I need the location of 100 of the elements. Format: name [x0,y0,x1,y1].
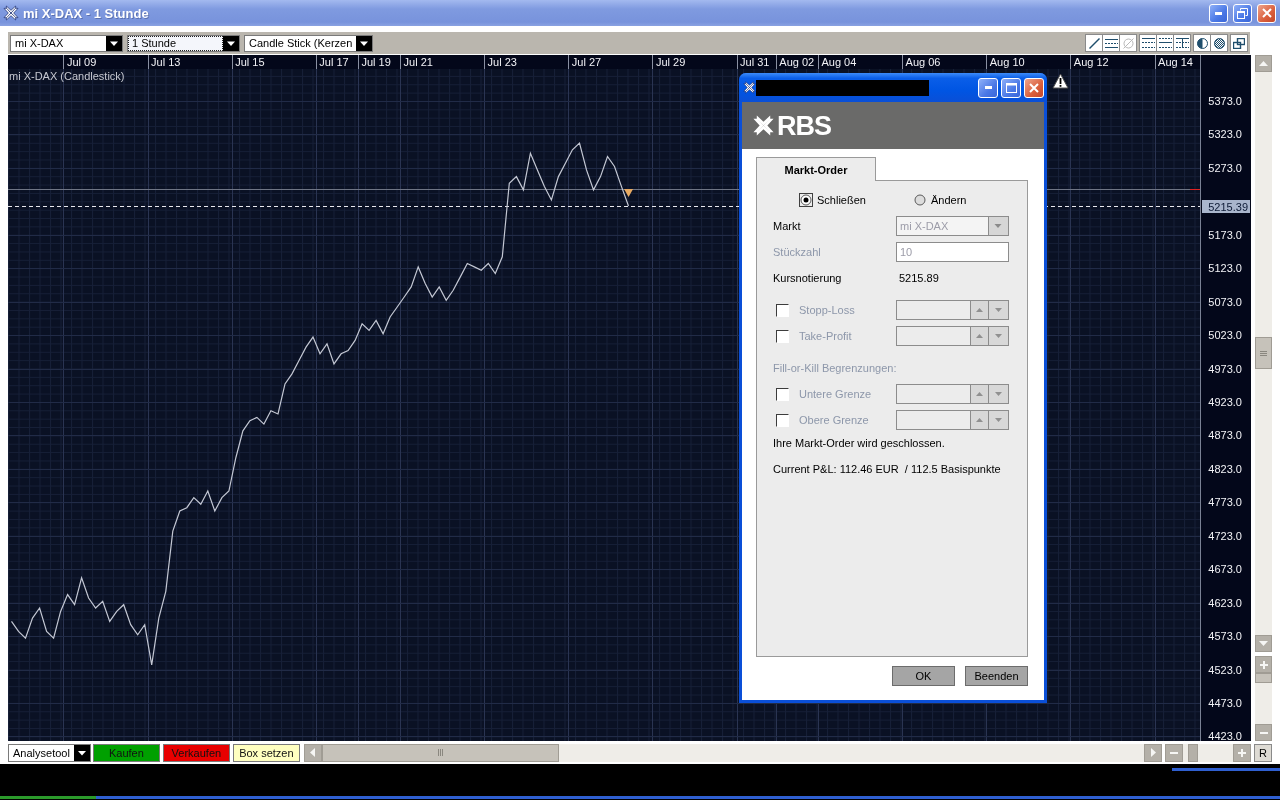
striped-rows-icon [1158,38,1172,48]
grip-icon [1260,350,1267,356]
radio-label: Ändern [931,194,967,206]
radio-button[interactable] [913,193,927,207]
date-label: Jul 19 [361,56,391,68]
chart-title: mi X-DAX (Candlestick) [9,70,125,82]
half-filled-circle-icon [1196,37,1208,49]
minimize-button[interactable] [978,77,998,98]
scroll-up-button[interactable] [1255,55,1272,72]
ref-line-label: 5215.39 [1208,200,1248,213]
dashed-grid-icon [1175,38,1189,48]
horizontal-scrollbar[interactable] [303,743,1162,762]
scroll-thumb[interactable] [321,743,559,762]
field-label: Obere Grenze [799,414,870,426]
slashed-circle-icon [1122,37,1134,49]
zoom-thumb[interactable] [1188,743,1198,762]
dropdown[interactable]: mi X-DAX [10,34,123,52]
price-label: 4823.0 [1208,462,1242,475]
tool-button[interactable] [1085,34,1103,52]
overlapping-squares-icon [1233,37,1245,49]
date-label: Jul 23 [487,56,517,68]
date-label: Jul 27 [571,56,602,68]
reset-button[interactable]: R [1254,743,1272,762]
tab[interactable]: Markt-Order [756,157,876,181]
restore-icon [1237,7,1248,19]
minus-icon [1170,751,1178,754]
caret-down-icon [1259,641,1268,646]
message-text: Current P&L: 112.46 EUR / 112.5 Basispunkte [773,463,1001,475]
date-label: Jul 31 [740,56,770,68]
caret-right-icon [1150,748,1156,757]
tool-button[interactable] [1139,34,1157,52]
tool-button[interactable] [1156,34,1174,52]
caret-up-icon [1259,61,1268,66]
section-heading: Fill-or-Kill Begrenzungen: [773,362,897,374]
checkbox[interactable] [776,303,789,317]
zoom-in-button[interactable] [1255,656,1272,673]
dialog-button[interactable]: Beenden [965,666,1028,686]
checkbox[interactable] [776,387,789,401]
radio-button[interactable] [799,193,813,207]
action-button[interactable]: Verkaufen [162,743,230,762]
price-label: 4723.0 [1208,529,1242,542]
radio-label: Schließen [817,194,866,206]
scroll-right-button[interactable] [1144,743,1162,762]
zoom-in-button[interactable] [1233,743,1251,762]
price-label: 4423.0 [1208,730,1242,741]
caret-left-icon [310,748,316,757]
action-button[interactable]: Kaufen [92,743,160,762]
scroll-left-button[interactable] [303,743,322,762]
horizontal-lines-icon [1104,38,1118,48]
date-label: Jul 21 [403,56,433,68]
zoom-out-button[interactable] [1165,743,1183,762]
logo-text: RBS [777,110,831,141]
price-label: 4523.0 [1208,663,1242,676]
field-label: Stopp-Loss [799,304,856,316]
window-title: mi X-DAX - 1 Stunde [23,5,150,21]
date-label: Jul 15 [235,56,265,68]
caret-down-icon [995,334,1002,338]
vertical-scrollbar[interactable] [1255,55,1272,652]
caret-up-icon [976,334,983,338]
action-button[interactable]: Box setzen [232,743,300,762]
tool-button[interactable] [1173,34,1191,52]
caret-down-icon [223,35,239,51]
date-label: Aug 12 [1073,56,1109,68]
dropdown[interactable]: Candle Stick (Kerzen [244,34,374,52]
minimize-icon [1215,11,1222,15]
checkbox[interactable] [776,329,789,343]
dropdown[interactable]: Analysetool [8,743,91,762]
tool-button[interactable] [1210,34,1228,52]
field-label: Kursnotierung [773,272,843,284]
value-text: 5215.89 [898,272,939,284]
triangle-marker-icon [624,189,634,197]
caret-down-icon [995,308,1002,312]
field-label: Take-Profit [799,330,853,342]
tool-button[interactable] [1193,34,1211,52]
close-button[interactable] [1257,3,1276,23]
date-label: Aug 04 [821,56,857,68]
price-label: 4973.0 [1208,362,1242,375]
grip-icon [437,749,443,756]
caret-up-icon [976,418,983,422]
dropdown[interactable]: 1 Stunde [127,34,240,52]
plus-icon [1238,748,1246,757]
restore-button[interactable] [1233,3,1252,23]
price-label: 5123.0 [1208,262,1242,275]
checkbox[interactable] [776,413,789,427]
dialog-button[interactable]: OK [892,666,955,686]
close-icon [1261,8,1272,18]
minimize-button[interactable] [1209,3,1228,23]
price-label: 4623.0 [1208,596,1242,609]
current-price-tag: 5215.39 [1202,200,1250,213]
scroll-thumb[interactable] [1255,337,1272,369]
price-label: 4473.0 [1208,697,1242,709]
scroll-down-button[interactable] [1255,635,1272,652]
maximize-button[interactable] [1001,77,1021,98]
tool-button[interactable] [1230,34,1248,52]
dashed-rows-icon [1141,38,1155,48]
cross-logo-icon [743,81,756,94]
date-label: Jul 09 [66,56,97,68]
zoom-out-button[interactable] [1255,724,1272,741]
close-button[interactable] [1024,77,1044,98]
tool-button[interactable] [1102,34,1120,52]
